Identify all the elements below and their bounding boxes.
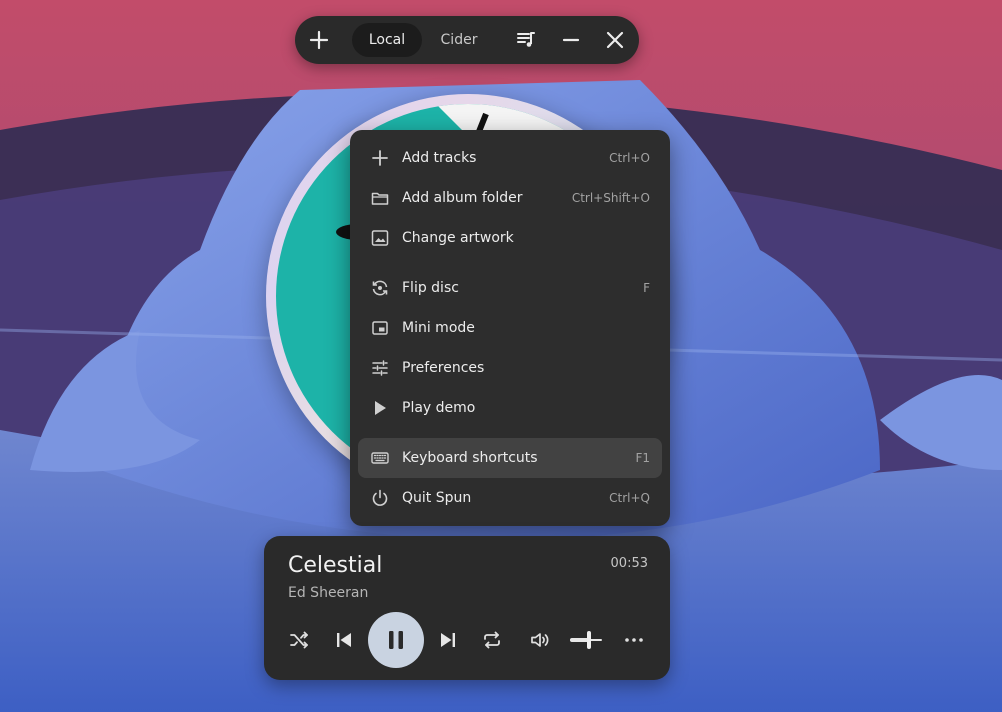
previous-icon[interactable] xyxy=(332,628,356,652)
menu-item-play-demo[interactable]: Play demo xyxy=(358,388,662,428)
pause-button[interactable] xyxy=(368,612,424,668)
menu-item-keyboard-shortcuts[interactable]: Keyboard shortcuts F1 xyxy=(358,438,662,478)
menu-item-add-album-folder[interactable]: Add album folder Ctrl+Shift+O xyxy=(358,178,662,218)
track-title: Celestial xyxy=(288,553,383,578)
menu-item-add-tracks[interactable]: Add tracks Ctrl+O xyxy=(358,138,662,178)
menu-item-accelerator: Ctrl+Shift+O xyxy=(571,191,650,205)
volume-icon[interactable] xyxy=(528,628,552,652)
power-icon xyxy=(370,488,390,508)
flip-icon xyxy=(370,278,390,298)
mini-mode-icon xyxy=(370,318,390,338)
menu-item-label: Change artwork xyxy=(402,230,514,246)
next-icon[interactable] xyxy=(436,628,460,652)
close-icon[interactable] xyxy=(603,28,627,52)
menu-item-label: Preferences xyxy=(402,360,485,376)
menu-item-accelerator: Ctrl+O xyxy=(609,151,650,165)
menu-item-label: Quit Spun xyxy=(402,490,472,506)
player-card: Celestial Ed Sheeran 00:53 xyxy=(264,536,670,680)
image-icon xyxy=(370,228,390,248)
tab-cider[interactable]: Cider xyxy=(424,23,494,57)
menu-item-label: Keyboard shortcuts xyxy=(402,450,538,466)
menu-item-label: Flip disc xyxy=(402,280,459,296)
menu-item-quit[interactable]: Quit Spun Ctrl+Q xyxy=(358,478,662,518)
header-bar: Local Cider xyxy=(295,16,639,64)
play-icon xyxy=(370,398,390,418)
keyboard-icon xyxy=(370,448,390,468)
menu-item-accelerator: Ctrl+Q xyxy=(609,491,650,505)
track-artist: Ed Sheeran xyxy=(288,585,369,601)
sliders-icon xyxy=(370,358,390,378)
menu-item-label: Mini mode xyxy=(402,320,475,336)
menu-item-change-artwork[interactable]: Change artwork xyxy=(358,218,662,258)
plus-icon[interactable] xyxy=(307,28,331,52)
elapsed-time: 00:53 xyxy=(610,556,648,571)
folder-icon xyxy=(370,188,390,208)
menu-item-preferences[interactable]: Preferences xyxy=(358,348,662,388)
tab-local[interactable]: Local xyxy=(352,23,422,57)
volume-slider[interactable] xyxy=(570,630,602,650)
repeat-icon[interactable] xyxy=(480,628,504,652)
plus-icon xyxy=(370,148,390,168)
main-menu-popover: Add tracks Ctrl+O Add album folder Ctrl+… xyxy=(350,130,670,526)
shuffle-icon[interactable] xyxy=(287,628,311,652)
menu-item-label: Add tracks xyxy=(402,150,477,166)
volume-knob[interactable] xyxy=(587,631,592,649)
pause-icon xyxy=(389,631,403,649)
more-options-icon[interactable] xyxy=(622,628,646,652)
menu-item-label: Play demo xyxy=(402,400,476,416)
menu-item-accelerator: F xyxy=(643,281,650,295)
playlist-icon[interactable] xyxy=(514,28,538,52)
menu-item-label: Add album folder xyxy=(402,190,523,206)
minimize-icon[interactable] xyxy=(559,28,583,52)
menu-item-flip-disc[interactable]: Flip disc F xyxy=(358,268,662,308)
menu-item-mini-mode[interactable]: Mini mode xyxy=(358,308,662,348)
menu-item-accelerator: F1 xyxy=(635,451,650,465)
